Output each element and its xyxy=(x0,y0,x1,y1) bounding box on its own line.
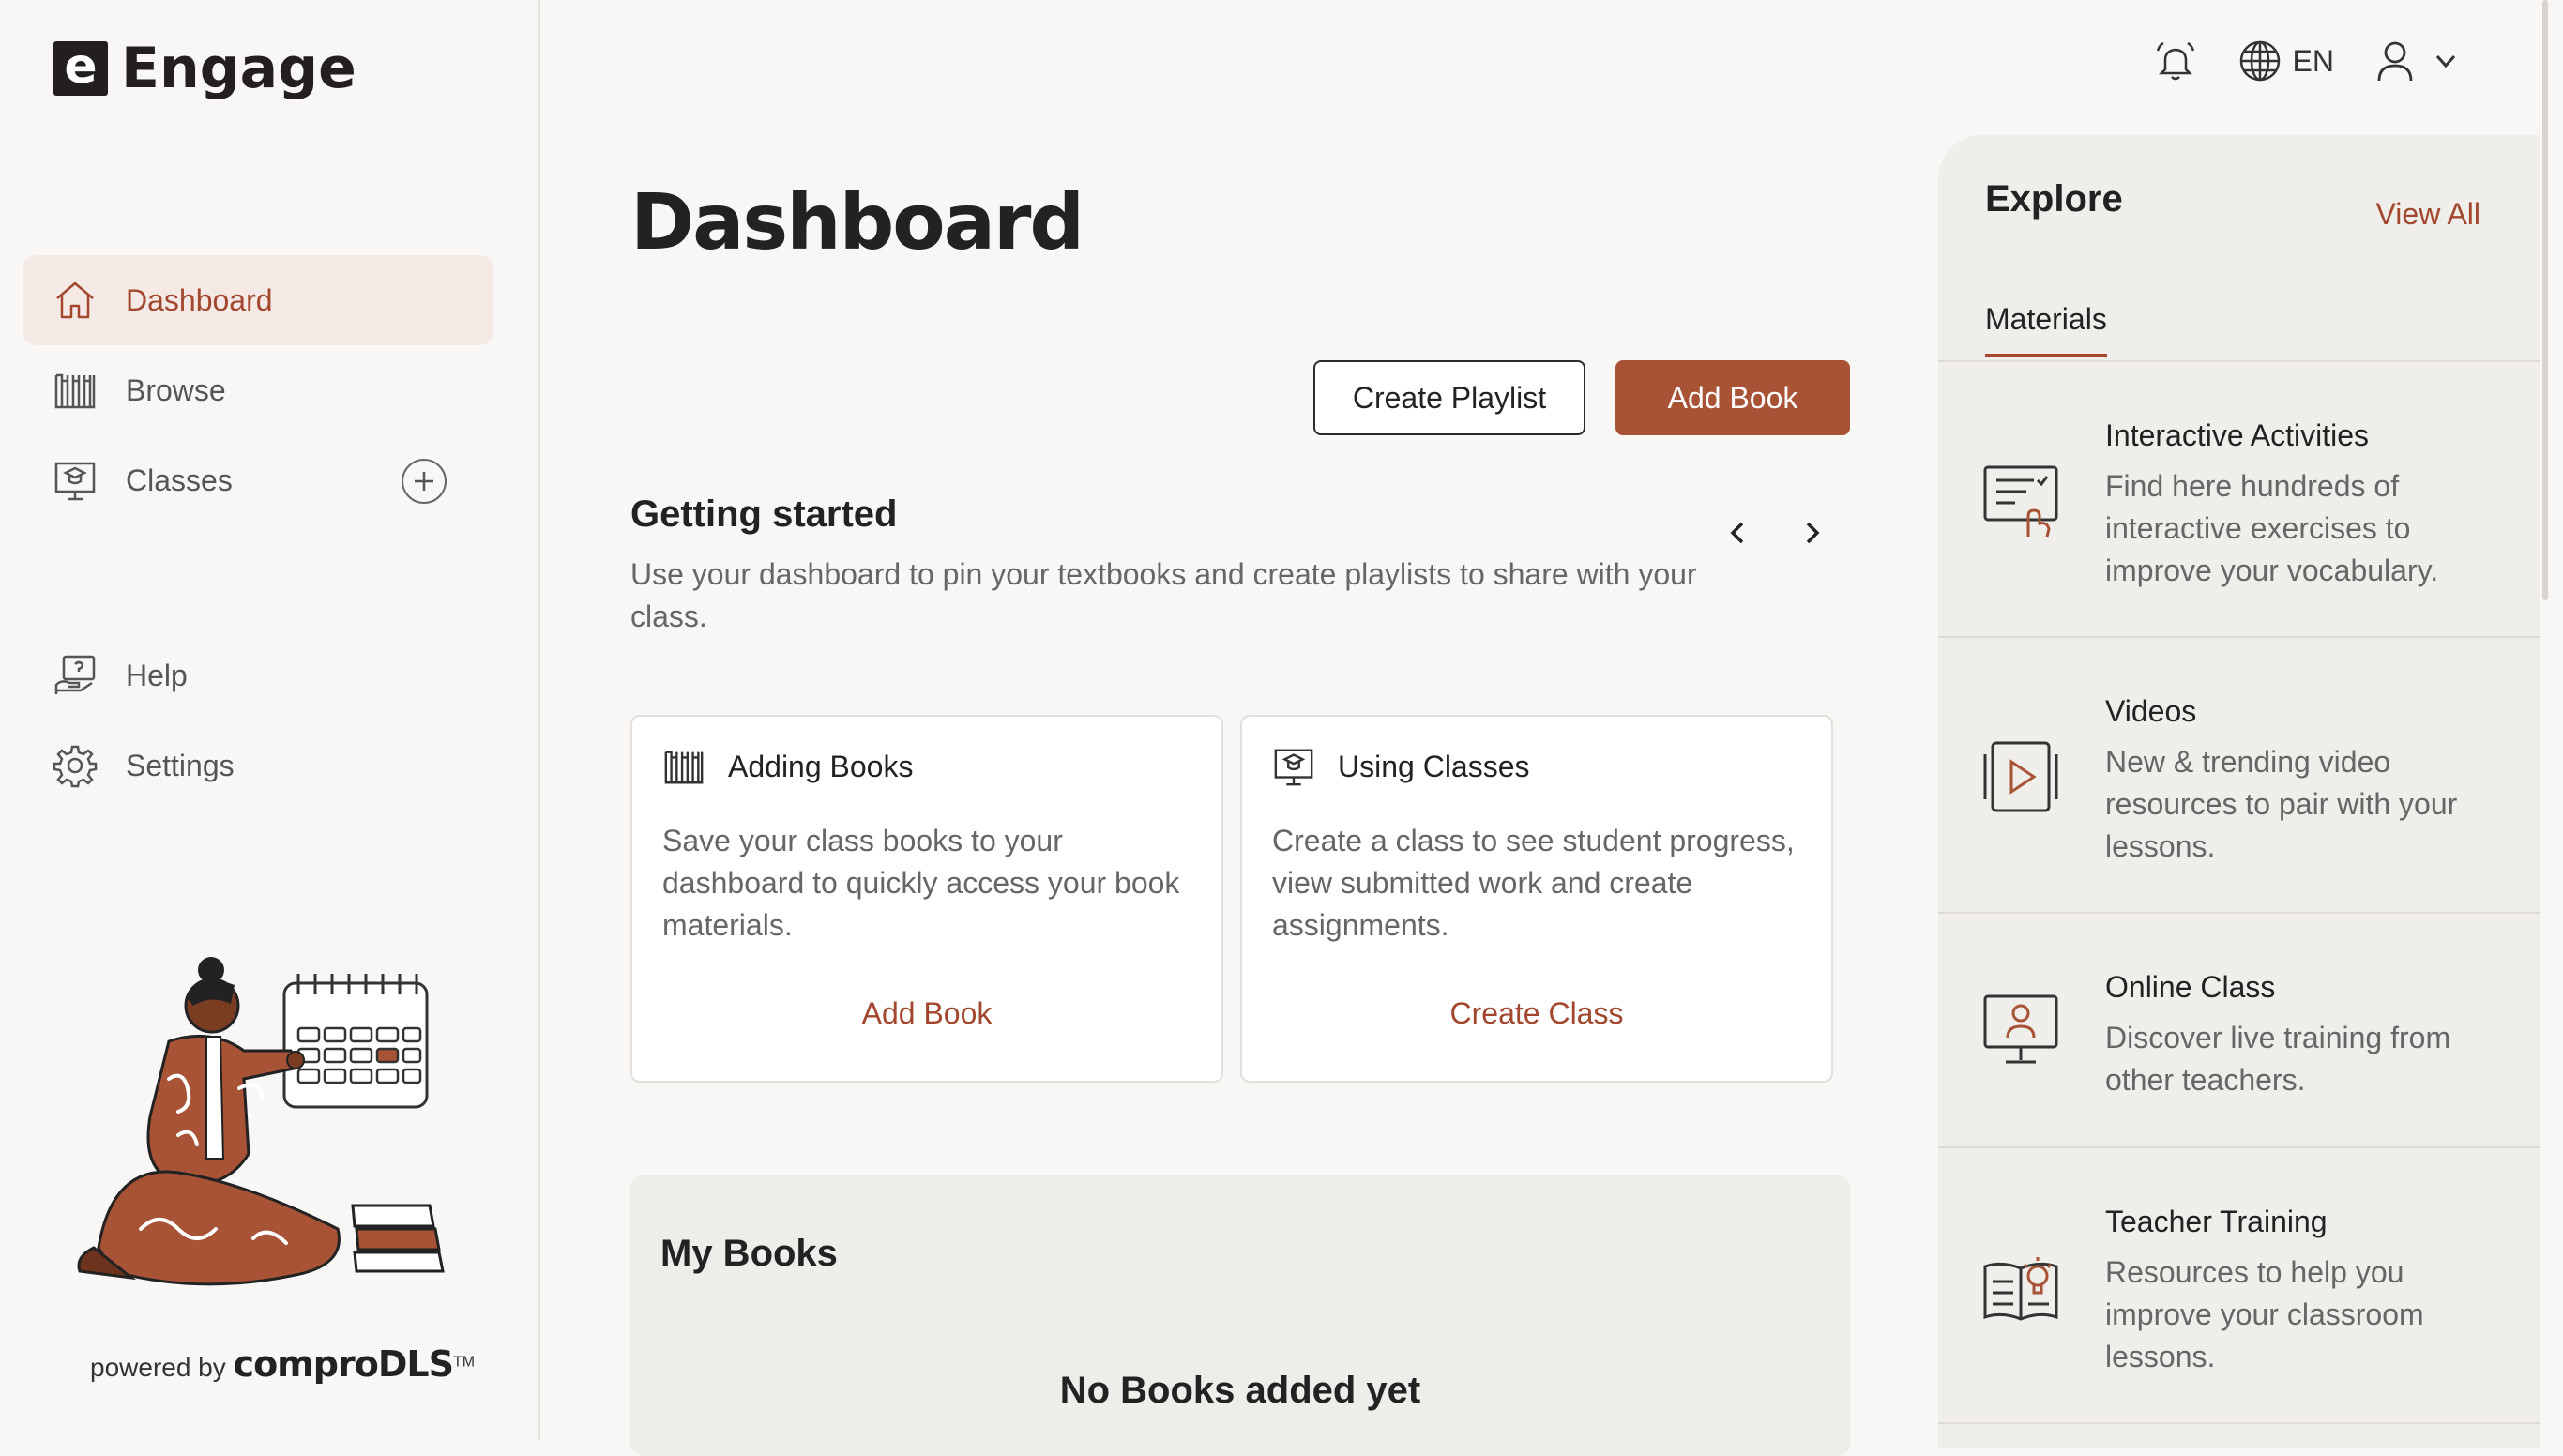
explore-item-title: Online Class xyxy=(2105,970,2276,1004)
scrollbar[interactable] xyxy=(2542,0,2548,600)
chevron-right-icon[interactable] xyxy=(1794,514,1831,552)
powered-by: powered by comproDLSTM xyxy=(90,1343,475,1385)
explore-item-teacher-training[interactable]: Teacher Training Resources to help you i… xyxy=(1938,1148,2540,1424)
language-label: EN xyxy=(2292,43,2334,78)
explore-item-interactive-activities[interactable]: Interactive Activities Find here hundred… xyxy=(1938,362,2540,638)
using-classes-card: Using Classes Create a class to see stud… xyxy=(1240,715,1833,1083)
chevron-left-icon[interactable] xyxy=(1719,514,1756,552)
teacher-illustration xyxy=(77,957,445,1286)
powered-brand: comproDLS xyxy=(233,1343,454,1385)
sidebar-item-label: Classes xyxy=(126,463,233,497)
online-class-icon xyxy=(1983,994,2058,1064)
explore-item-online-class[interactable]: Online Class Discover live training from… xyxy=(1938,914,2540,1148)
logo-mark: e xyxy=(53,41,108,96)
my-books-section: My Books No Books added yet xyxy=(630,1175,1850,1456)
card-title: Adding Books xyxy=(728,749,914,783)
top-bar: EN xyxy=(2113,39,2460,83)
card-add-book-link[interactable]: Add Book xyxy=(632,996,1221,1031)
getting-started-description: Use your dashboard to pin your textbooks… xyxy=(630,557,1697,633)
classroom-icon xyxy=(1274,749,1313,786)
my-books-empty-state: No Books added yet xyxy=(1059,1370,1421,1411)
view-all-link[interactable]: View All xyxy=(2376,197,2480,232)
card-body: Save your class books to your dashboard … xyxy=(662,824,1180,942)
explore-item-title: Interactive Activities xyxy=(2105,418,2369,452)
explore-panel: Explore View All Materials Interactive A… xyxy=(1938,135,2540,1448)
explore-item-title: Teacher Training xyxy=(2105,1205,2328,1238)
user-icon xyxy=(2377,41,2413,82)
my-books-title: My Books xyxy=(660,1233,838,1274)
tab-materials[interactable]: Materials xyxy=(1985,302,2107,357)
sidebar-item-settings[interactable]: Settings xyxy=(23,720,493,811)
sidebar-item-label: Browse xyxy=(126,372,226,407)
card-title: Using Classes xyxy=(1338,749,1530,783)
explore-item-desc: New & trending video resources to pair w… xyxy=(2105,745,2458,863)
add-book-button[interactable]: Add Book xyxy=(1615,360,1850,435)
getting-started-title: Getting started xyxy=(630,493,898,535)
gear-icon xyxy=(51,741,99,790)
adding-books-card: Adding Books Save your class books to yo… xyxy=(630,715,1223,1083)
sidebar-item-label: Settings xyxy=(126,748,235,782)
create-playlist-button[interactable]: Create Playlist xyxy=(1313,360,1585,435)
sidebar: e Engage Dashboard Browse Classes Help S… xyxy=(0,0,540,1441)
card-body: Create a class to see student progress, … xyxy=(1272,824,1795,942)
books-shelf-icon xyxy=(51,366,99,415)
user-menu[interactable] xyxy=(2375,39,2460,83)
explore-item-videos[interactable]: Videos New & trending video resources to… xyxy=(1938,638,2540,914)
home-icon xyxy=(51,276,99,325)
powered-prefix: powered by xyxy=(90,1353,226,1382)
video-icon xyxy=(1983,741,2058,812)
trademark: TM xyxy=(452,1354,476,1371)
add-class-button[interactable] xyxy=(402,459,447,504)
chevron-down-icon xyxy=(2435,54,2456,68)
sidebar-item-browse[interactable]: Browse xyxy=(23,345,493,435)
explore-item-desc: Find here hundreds of interactive exerci… xyxy=(2105,469,2439,587)
books-shelf-icon xyxy=(664,751,704,784)
bell-icon xyxy=(2156,41,2194,81)
sidebar-item-label: Dashboard xyxy=(126,282,273,317)
sidebar-item-label: Help xyxy=(126,658,188,692)
explore-item-desc: Discover live training from other teache… xyxy=(2105,1021,2451,1097)
sidebar-item-help[interactable]: Help xyxy=(23,630,493,720)
teacher-training-icon xyxy=(1983,1257,2058,1321)
page-title: Dashboard xyxy=(630,178,1084,267)
app-name: Engage xyxy=(121,36,356,101)
app-logo[interactable]: e Engage xyxy=(53,36,356,101)
explore-title: Explore xyxy=(1985,178,2123,220)
interactive-activity-icon xyxy=(1983,465,2058,538)
card-create-class-link[interactable]: Create Class xyxy=(1242,996,1831,1031)
explore-item-title: Videos xyxy=(2105,694,2197,728)
notifications-button[interactable] xyxy=(2154,39,2197,83)
sidebar-item-dashboard[interactable]: Dashboard xyxy=(23,255,493,345)
explore-item-desc: Resources to help you improve your class… xyxy=(2105,1255,2424,1373)
classroom-icon xyxy=(51,456,99,505)
globe-icon xyxy=(2239,40,2280,82)
plus-icon xyxy=(415,472,433,491)
language-selector[interactable]: EN xyxy=(2238,39,2334,83)
help-icon xyxy=(51,651,99,700)
